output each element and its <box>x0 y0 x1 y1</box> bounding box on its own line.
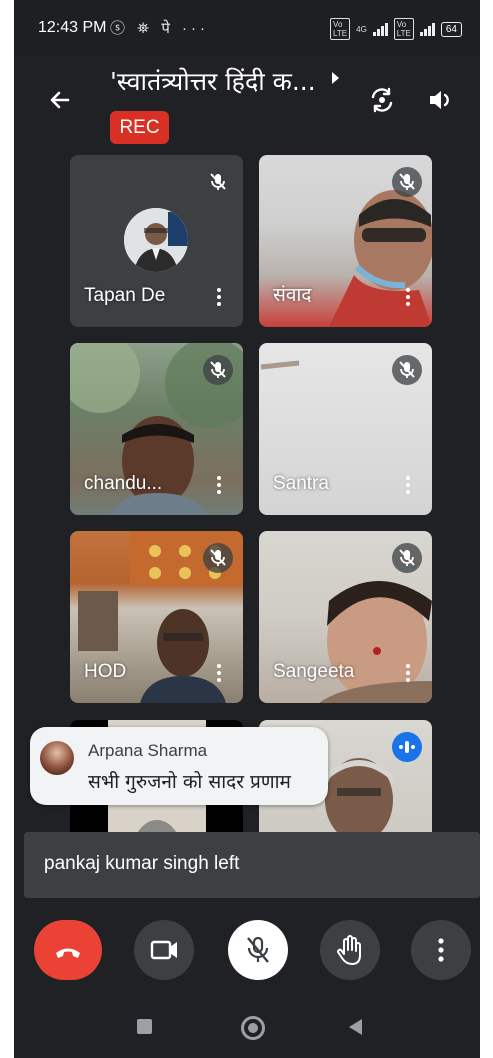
camera-toggle-button[interactable] <box>134 920 194 980</box>
sender-avatar <box>40 741 74 775</box>
more-options-button[interactable] <box>411 920 471 980</box>
phone-screen: 12:43 PM ⓢ ⛯ पे ··· Vo LTE 4G Vo LTE 64 'स… <box>14 0 480 1058</box>
status-time: 12:43 PM <box>38 19 107 36</box>
participant-tile[interactable]: Sangeeta <box>259 531 432 703</box>
more-vert-icon[interactable] <box>217 475 221 495</box>
chat-sender-name: Arpana Sharma <box>88 741 208 760</box>
more-vert-icon[interactable] <box>406 663 410 683</box>
notification-icons: ⓢ ⛯ पे ··· <box>110 20 210 37</box>
mic-off-icon <box>392 543 422 573</box>
switch-camera-icon[interactable] <box>368 86 396 114</box>
system-nav-bar <box>14 995 480 1058</box>
participant-name: Santra <box>273 473 329 494</box>
recents-button-icon[interactable] <box>137 1019 152 1034</box>
participant-avatar <box>124 208 188 272</box>
video-camera-icon <box>150 940 177 960</box>
mic-toggle-button[interactable] <box>228 920 288 980</box>
phone-hangup-icon <box>56 948 80 958</box>
speaker-icon[interactable] <box>426 86 454 114</box>
chevron-right-icon[interactable] <box>332 72 339 84</box>
more-vert-icon <box>438 938 444 962</box>
more-vert-icon[interactable] <box>217 287 221 307</box>
participant-tile[interactable]: HOD <box>70 531 243 703</box>
participant-name: chandu... <box>84 473 163 494</box>
back-button-icon[interactable] <box>349 1019 362 1035</box>
mic-off-icon <box>392 355 422 385</box>
status-bar: 12:43 PM ⓢ ⛯ पे ··· Vo LTE 4G Vo LTE 64 <box>14 0 480 56</box>
signal-icon <box>372 22 388 36</box>
back-arrow-icon[interactable] <box>46 86 74 114</box>
more-vert-icon[interactable] <box>217 663 221 683</box>
status-right: Vo LTE 4G Vo LTE 64 <box>330 18 462 40</box>
mic-off-icon <box>203 355 233 385</box>
speaking-indicator-icon <box>392 732 422 762</box>
raise-hand-button[interactable] <box>320 920 380 980</box>
battery-icon: 64 <box>440 21 462 37</box>
mic-off-icon <box>203 167 233 197</box>
chat-message-popup[interactable]: Arpana Sharma सभी गुरुजनो को सादर प्रणाम <box>30 727 328 805</box>
hand-icon <box>337 935 361 965</box>
participant-tile[interactable]: Santra <box>259 343 432 515</box>
more-vert-icon[interactable] <box>406 287 410 307</box>
home-button-icon[interactable] <box>241 1016 265 1040</box>
more-vert-icon[interactable] <box>406 475 410 495</box>
chat-message-text: सभी गुरुजनो को सादर प्रणाम <box>88 771 291 793</box>
toast-text: pankaj kumar singh left <box>44 853 240 874</box>
participant-name: Sangeeta <box>273 661 355 682</box>
recording-badge: REC <box>110 111 169 144</box>
mic-off-icon <box>203 543 233 573</box>
participant-tile[interactable]: Tapan De <box>70 155 243 327</box>
mic-off-icon <box>392 167 422 197</box>
participant-left-toast: pankaj kumar singh left <box>24 832 480 898</box>
participant-name: HOD <box>84 661 127 682</box>
volte-icon-2: Vo LTE <box>393 18 414 40</box>
network-type: 4G <box>356 24 367 34</box>
mic-off-icon <box>247 936 269 963</box>
participant-tile[interactable]: chandu... <box>70 343 243 515</box>
participant-tile[interactable]: संवाद <box>259 155 432 327</box>
signal-icon-2 <box>419 22 435 36</box>
participant-name: Tapan De <box>84 285 166 306</box>
participant-name: संवाद <box>273 284 312 306</box>
meeting-title[interactable]: 'स्वातंत्र्योत्तर हिंदी क... <box>110 64 316 98</box>
volte-icon: Vo LTE <box>330 18 351 40</box>
end-call-button[interactable] <box>34 920 102 980</box>
